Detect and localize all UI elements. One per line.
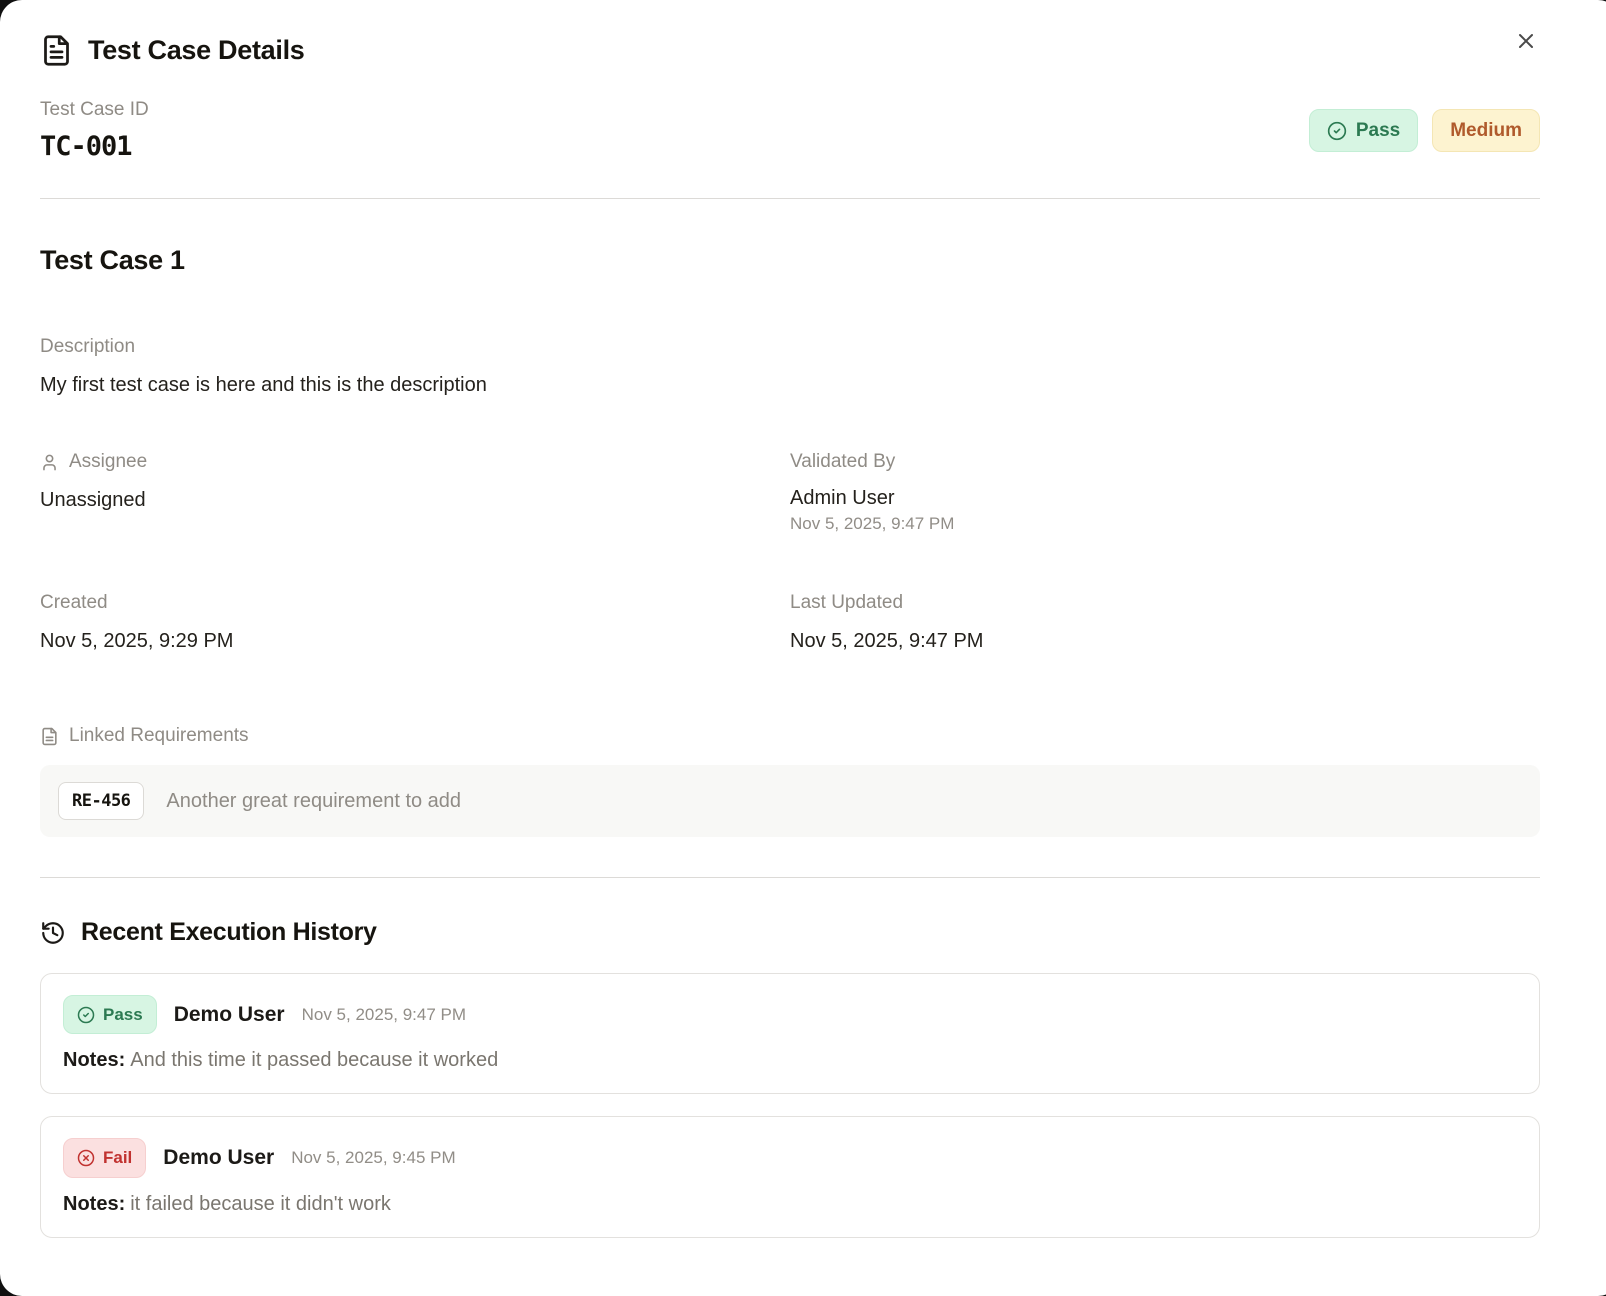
execution-time: Nov 5, 2025, 9:47 PM bbox=[302, 1005, 466, 1025]
file-icon bbox=[40, 727, 59, 746]
divider bbox=[40, 877, 1540, 878]
notes-text: And this time it passed because it worke… bbox=[130, 1049, 498, 1071]
modal-header: Test Case Details bbox=[40, 34, 1540, 67]
divider bbox=[40, 198, 1540, 199]
x-circle-icon bbox=[77, 1149, 95, 1167]
test-case-id-label: Test Case ID bbox=[40, 99, 149, 121]
created-value: Nov 5, 2025, 9:29 PM bbox=[40, 630, 790, 653]
priority-badge-label: Medium bbox=[1450, 119, 1522, 143]
close-button[interactable] bbox=[1510, 26, 1542, 58]
validated-by-name: Admin User bbox=[790, 487, 1540, 510]
check-circle-icon bbox=[77, 1006, 95, 1024]
description-label: Description bbox=[40, 336, 1540, 358]
priority-badge: Medium bbox=[1432, 109, 1540, 153]
badge-group: Pass Medium bbox=[1309, 109, 1540, 153]
notes-text: it failed because it didn't work bbox=[130, 1193, 391, 1215]
file-text-icon bbox=[40, 34, 73, 67]
description-text: My first test case is here and this is t… bbox=[40, 374, 1540, 397]
execution-time: Nov 5, 2025, 9:45 PM bbox=[291, 1148, 455, 1168]
validated-by-time: Nov 5, 2025, 9:47 PM bbox=[790, 514, 1540, 534]
executor-name: Demo User bbox=[163, 1146, 274, 1170]
validated-by-block: Validated By Admin User Nov 5, 2025, 9:4… bbox=[790, 451, 1540, 534]
notes-label: Notes: bbox=[63, 1049, 125, 1071]
requirement-id-chip: RE-456 bbox=[58, 782, 144, 820]
executor-name: Demo User bbox=[174, 1003, 285, 1027]
status-badge: Fail bbox=[63, 1138, 146, 1177]
history-card: Pass Demo User Nov 5, 2025, 9:47 PM Note… bbox=[40, 973, 1540, 1094]
status-badge: Pass bbox=[1309, 109, 1418, 153]
last-updated-block: Last Updated Nov 5, 2025, 9:47 PM bbox=[790, 592, 1540, 653]
status-badge: Pass bbox=[63, 995, 157, 1034]
status-badge-label: Pass bbox=[1356, 119, 1400, 143]
assignee-value: Unassigned bbox=[40, 489, 790, 512]
close-icon bbox=[1514, 29, 1538, 56]
check-circle-icon bbox=[1327, 121, 1347, 141]
requirement-row[interactable]: RE-456 Another great requirement to add bbox=[40, 765, 1540, 837]
history-title: Recent Execution History bbox=[81, 918, 377, 947]
modal-title: Test Case Details bbox=[88, 35, 305, 66]
history-card: Fail Demo User Nov 5, 2025, 9:45 PM Note… bbox=[40, 1116, 1540, 1237]
created-block: Created Nov 5, 2025, 9:29 PM bbox=[40, 592, 790, 653]
requirement-text: Another great requirement to add bbox=[166, 790, 461, 813]
assignee-label: Assignee bbox=[69, 451, 147, 473]
history-heading: Recent Execution History bbox=[40, 918, 1540, 947]
created-label: Created bbox=[40, 592, 790, 614]
notes-label: Notes: bbox=[63, 1193, 125, 1215]
test-case-name: Test Case 1 bbox=[40, 245, 1540, 276]
test-case-id-block: Test Case ID TC-001 bbox=[40, 99, 149, 162]
assignee-block: Assignee Unassigned bbox=[40, 451, 790, 534]
linked-requirements-header: Linked Requirements bbox=[40, 725, 1540, 747]
last-updated-label: Last Updated bbox=[790, 592, 1540, 614]
test-case-details-modal: Test Case Details Test Case ID TC-001 Pa… bbox=[0, 0, 1606, 1296]
last-updated-value: Nov 5, 2025, 9:47 PM bbox=[790, 630, 1540, 653]
status-badge-label: Pass bbox=[103, 1004, 143, 1025]
info-grid: Assignee Unassigned Validated By Admin U… bbox=[40, 451, 1540, 653]
validated-by-label: Validated By bbox=[790, 451, 1540, 473]
status-badge-label: Fail bbox=[103, 1147, 132, 1168]
history-clock-icon bbox=[40, 920, 66, 946]
linked-requirements-label: Linked Requirements bbox=[69, 725, 249, 747]
user-icon bbox=[40, 453, 59, 472]
test-case-id-value: TC-001 bbox=[40, 131, 149, 162]
